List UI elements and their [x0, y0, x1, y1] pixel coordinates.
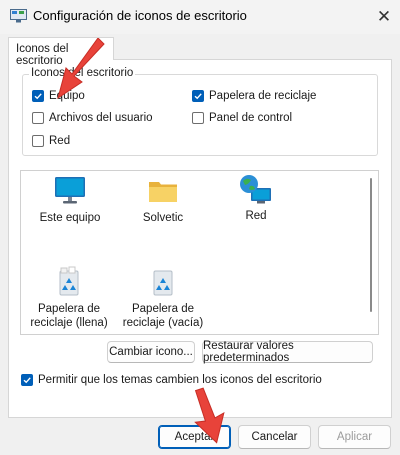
checkbox-label: Permitir que los temas cambien los icono…: [38, 374, 322, 386]
checkbox-archivos-usuario[interactable]: Archivos del usuario: [32, 112, 153, 124]
checkmark-icon: [194, 93, 202, 100]
list-item-papelera-vacia[interactable]: Papelera de reciclaje (vacía): [117, 266, 209, 330]
checkbox-red[interactable]: Red: [32, 135, 70, 147]
cancel-button[interactable]: Cancelar: [238, 425, 311, 449]
monitor-icon: [55, 177, 85, 204]
change-icon-button[interactable]: Cambiar icono...: [107, 341, 195, 363]
checkbox-box[interactable]: [32, 112, 44, 124]
close-icon: ✕: [376, 7, 392, 26]
listview-scrollbar[interactable]: [370, 178, 372, 312]
recycle-bin-empty-icon: [153, 270, 173, 296]
restore-defaults-button[interactable]: Restaurar valores predeterminados: [202, 340, 373, 364]
checkbox-box[interactable]: [21, 374, 33, 386]
checkmark-icon: [34, 93, 42, 100]
checkbox-papelera[interactable]: Papelera de reciclaje: [192, 90, 316, 102]
list-item-label: Papelera de reciclaje (vacía): [122, 303, 204, 329]
checkbox-label: Papelera de reciclaje: [209, 90, 317, 102]
list-item-label: Papelera de reciclaje (llena): [30, 303, 108, 329]
annotation-arrow-icon: [194, 387, 225, 444]
checkmark-icon: [23, 377, 31, 384]
checkbox-label: Panel de control: [209, 112, 293, 124]
annotation-arrow-icon: [57, 38, 105, 100]
checkbox-box[interactable]: [32, 135, 44, 147]
list-item-solvetic[interactable]: Solvetic: [123, 176, 203, 225]
close-button[interactable]: ✕: [368, 2, 400, 32]
apply-button[interactable]: Aplicar: [318, 425, 391, 449]
checkbox-label: Red: [49, 135, 71, 147]
checkbox-box[interactable]: [192, 90, 204, 102]
checkbox-allow-themes[interactable]: Permitir que los temas cambien los icono…: [21, 374, 322, 386]
list-item-este-equipo[interactable]: Este equipo: [30, 176, 110, 225]
recycle-bin-full-icon: [59, 266, 79, 296]
list-item-papelera-llena[interactable]: Papelera de reciclaje (llena): [24, 266, 114, 330]
checkbox-box[interactable]: [32, 90, 44, 102]
checkbox-label: Archivos del usuario: [49, 112, 153, 124]
window-title: Configuración de iconos de escritorio: [33, 8, 247, 23]
folder-icon: [149, 182, 177, 202]
checkbox-box[interactable]: [192, 112, 204, 124]
list-item-label: Este equipo: [39, 212, 101, 224]
list-item-red[interactable]: Red: [216, 174, 296, 223]
list-item-label: Red: [245, 210, 267, 222]
list-item-label: Solvetic: [142, 212, 184, 224]
network-globe-icon: [240, 175, 271, 204]
desktop-settings-icon: [10, 9, 27, 23]
checkbox-panel-control[interactable]: Panel de control: [192, 112, 292, 124]
